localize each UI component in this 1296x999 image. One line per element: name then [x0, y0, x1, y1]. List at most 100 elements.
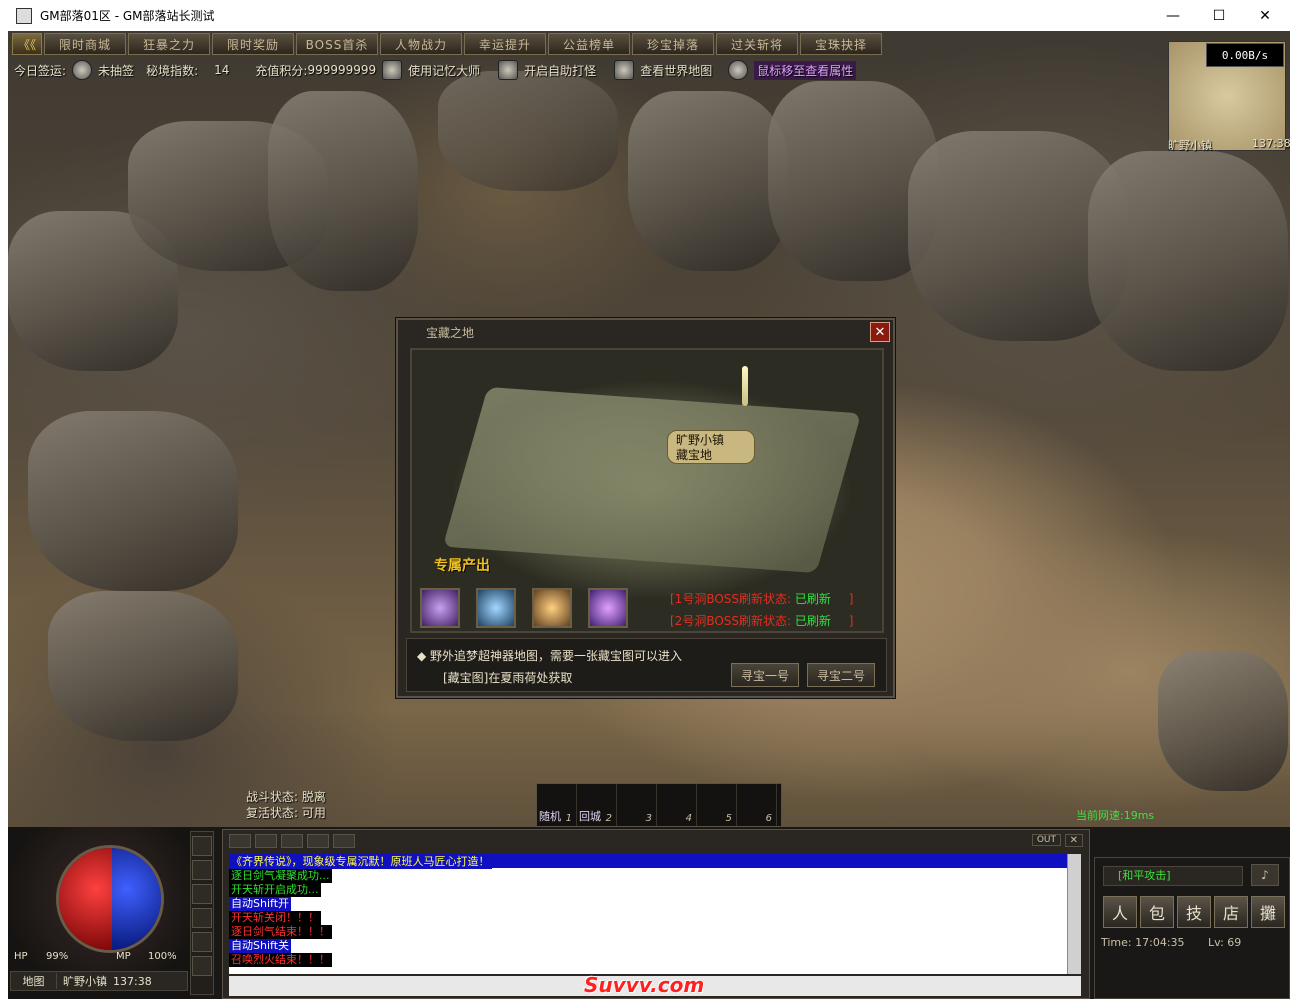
hp-mp-orb	[56, 845, 164, 953]
chat-out-button[interactable]: OUT	[1031, 834, 1061, 846]
tab-stage-clear[interactable]: 过关斩将	[716, 33, 798, 55]
emote-icon[interactable]	[281, 834, 303, 848]
shop-button[interactable]: 店	[1214, 896, 1248, 928]
hp-value: 99%	[46, 951, 69, 962]
rock-decor	[268, 91, 418, 291]
quick-slot-3[interactable]: 3	[617, 784, 657, 826]
player-level: Lv: 69	[1208, 936, 1242, 949]
chat-line: 召唤烈火结束！！！	[229, 952, 1081, 967]
maximize-button[interactable]: ☐	[1196, 0, 1242, 31]
treasure-dialog: 宝藏之地 ✕ 旷野小镇 藏宝地 专属产出 [1号洞BOSS刷新状态: 已刷新 ]…	[396, 318, 895, 698]
chat-line: 《齐界传说》，现象级专属沉默！原班人马匠心打造！	[229, 854, 1081, 869]
auto-fight-link[interactable]: 开启自助打怪	[524, 62, 596, 79]
boss1-status: [1号洞BOSS刷新状态: 已刷新 ]	[670, 590, 853, 607]
channel-icon[interactable]	[255, 834, 277, 848]
collapse-arrow-button[interactable]: 《《	[12, 33, 42, 55]
tab-limited-shop[interactable]: 限时商城	[44, 33, 126, 55]
friends-icon[interactable]	[192, 908, 212, 928]
boss1-value: 已刷新	[794, 592, 831, 606]
quick-slot-2[interactable]: 回城 2	[577, 784, 617, 826]
boss1-end: ]	[848, 592, 854, 606]
skill-button[interactable]: 技	[1177, 896, 1211, 928]
recharge-value: 999999999	[307, 63, 377, 77]
play-icon[interactable]	[192, 836, 212, 856]
treasure-two-button[interactable]: 寻宝二号	[807, 663, 875, 687]
reward-item-4-icon[interactable]	[588, 588, 628, 628]
map-label[interactable]: 地图	[11, 973, 57, 989]
hover-attributes-hint[interactable]: 鼠标移至查看属性	[754, 60, 857, 80]
chat-scrollbar[interactable]	[1067, 854, 1081, 974]
bag-button[interactable]: 包	[1140, 896, 1174, 928]
minimap-location: 旷野小镇	[1168, 139, 1212, 152]
cursor-flag-icon	[382, 60, 403, 80]
reward-item-1-icon[interactable]	[420, 588, 460, 628]
boss2-label: [2号洞BOSS刷新状态:	[670, 614, 792, 628]
chat-line-text: 逐日剑气凝聚成功...	[229, 869, 332, 883]
list-icon[interactable]	[333, 834, 355, 848]
reward-item-2-icon[interactable]	[476, 588, 516, 628]
tab-orb-choice[interactable]: 宝珠抉择	[800, 33, 882, 55]
memory-master-link[interactable]: 使用记忆大师	[408, 62, 480, 79]
guild-icon[interactable]	[192, 884, 212, 904]
slot-6-number: 6	[765, 813, 772, 824]
mp-label: MP	[116, 951, 131, 962]
dialog-description: ◆ 野外追梦超神器地图，需要一张藏宝图可以进入 [藏宝图]在夏雨荷处获取 寻宝一…	[406, 638, 887, 692]
treasure-one-button[interactable]: 寻宝一号	[731, 663, 799, 687]
attack-mode[interactable]: [和平攻击]	[1103, 866, 1243, 886]
map-row: 地图 旷野小镇 137:38	[10, 971, 188, 991]
quick-slot-1[interactable]: 随机 1	[537, 784, 577, 826]
fortune-wheel-icon[interactable]	[72, 60, 93, 80]
map-scroll-decor	[442, 386, 862, 574]
people-icon[interactable]	[307, 834, 329, 848]
quick-slot-4[interactable]: 4	[657, 784, 697, 826]
game-viewport[interactable]: 《《 限时商城 狂暴之力 限时奖励 BOSS首杀 人物战力 幸运提升 公益榜单 …	[8, 31, 1290, 999]
tab-boss-first-kill[interactable]: BOSS首杀	[296, 33, 378, 55]
chat-line-text: 召唤烈火结束！！！	[229, 953, 332, 967]
boss1-label: [1号洞BOSS刷新状态:	[670, 592, 792, 606]
chat-line-text: 自动Shift开	[229, 897, 292, 911]
rock-decor	[1158, 651, 1288, 791]
tab-limited-reward[interactable]: 限时奖励	[212, 33, 294, 55]
slot-1-name: 随机	[539, 810, 561, 823]
volume-icon[interactable]: ♪	[1251, 864, 1279, 886]
sign-value: 未抽签	[98, 63, 135, 78]
chat-line-text: 逐日剑气结束！！！	[229, 925, 332, 939]
hp-orb-half	[59, 848, 113, 950]
boss2-status: [2号洞BOSS刷新状态: 已刷新 ]	[670, 612, 853, 629]
mail-icon[interactable]	[192, 932, 212, 952]
dialog-title: 宝藏之地	[426, 326, 475, 340]
group-icon[interactable]	[192, 860, 212, 880]
location-bubble[interactable]: 旷野小镇 藏宝地	[667, 430, 755, 464]
world-map-link[interactable]: 查看世界地图	[640, 62, 712, 79]
dialog-close-icon[interactable]: ✕	[870, 322, 890, 342]
chat-line: 自动Shift关	[229, 938, 1081, 953]
rock-decor	[48, 591, 238, 741]
chat-toolbar	[229, 834, 355, 850]
quick-slot-6[interactable]: 6	[737, 784, 777, 826]
tab-treasure-drop[interactable]: 珍宝掉落	[632, 33, 714, 55]
ping-readout: 当前网速:19ms	[1076, 809, 1155, 822]
eye-icon[interactable]	[229, 834, 251, 848]
chat-close-button[interactable]: ✕	[1064, 834, 1083, 847]
rock-decor	[1088, 151, 1288, 371]
settings-icon[interactable]	[192, 956, 212, 976]
minimize-button[interactable]: —	[1150, 0, 1196, 31]
world-map-icon	[614, 60, 635, 80]
quick-slot-5[interactable]: 5	[697, 784, 737, 826]
mp-value: 100%	[148, 951, 177, 962]
stall-button[interactable]: 攤	[1251, 896, 1285, 928]
chat-log[interactable]: 《齐界传说》，现象级专属沉默！原班人马匠心打造！ 逐日剑气凝聚成功... 开天斩开启…	[229, 854, 1081, 974]
time-row: Time: 17:04:35 Lv: 69	[1101, 936, 1241, 949]
function-buttons: 人 包 技 店 攤	[1103, 896, 1285, 928]
tab-luck-upgrade[interactable]: 幸运提升	[464, 33, 546, 55]
tab-ranking[interactable]: 公益榜单	[548, 33, 630, 55]
tab-berserk[interactable]: 狂暴之力	[128, 33, 210, 55]
close-window-button[interactable]: ✕	[1242, 0, 1288, 31]
tab-character-power[interactable]: 人物战力	[380, 33, 462, 55]
rock-decor	[438, 71, 618, 191]
reward-item-3-icon[interactable]	[532, 588, 572, 628]
slot-1-number: 1	[565, 813, 572, 824]
app-icon	[16, 7, 32, 24]
chat-line-text: 《齐界传说》，现象级专属沉默！原班人马匠心打造！	[229, 855, 492, 869]
character-button[interactable]: 人	[1103, 896, 1137, 928]
